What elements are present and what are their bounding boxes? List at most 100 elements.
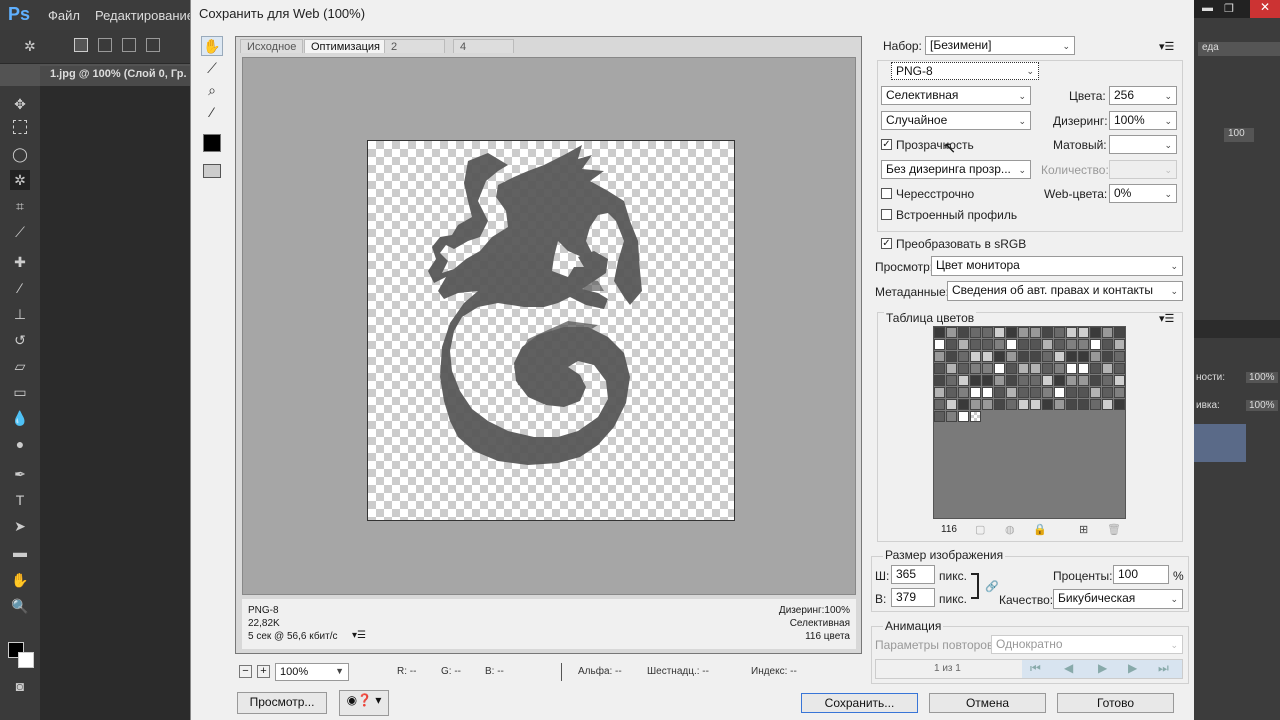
- color-swatch[interactable]: [1102, 387, 1113, 398]
- color-swatch[interactable]: [1054, 351, 1065, 362]
- color-swatch[interactable]: [994, 387, 1005, 398]
- color-swatch[interactable]: [1006, 399, 1017, 410]
- color-swatch[interactable]: [1066, 375, 1077, 386]
- blend-mode-select[interactable]: еда: [1198, 42, 1280, 56]
- color-swatch[interactable]: [1030, 351, 1041, 362]
- color-swatch[interactable]: [994, 327, 1005, 338]
- color-swatch[interactable]: [946, 351, 957, 362]
- optimize-menu-icon[interactable]: ▾☰: [1159, 40, 1174, 53]
- transparency-checkbox[interactable]: ✓: [881, 139, 892, 150]
- color-swatch[interactable]: [934, 411, 945, 422]
- color-swatch[interactable]: [958, 387, 969, 398]
- save-button[interactable]: Сохранить...: [801, 693, 918, 713]
- color-swatch[interactable]: [1042, 339, 1053, 350]
- matte-select[interactable]: ⌄: [1109, 135, 1177, 154]
- zoom-in-button[interactable]: +: [257, 665, 270, 678]
- color-swatch[interactable]: [970, 411, 981, 422]
- maximize-icon[interactable]: ❐: [1224, 2, 1234, 15]
- color-swatch[interactable]: [934, 375, 945, 386]
- color-swatch[interactable]: [1114, 339, 1125, 350]
- color-swatch[interactable]: [1030, 387, 1041, 398]
- first-frame-icon[interactable]: ⏮: [1030, 661, 1041, 676]
- subtract-selection-icon[interactable]: [122, 38, 136, 52]
- document-tab[interactable]: 1.jpg @ 100% (Слой 0, Гр.: [40, 66, 190, 86]
- color-swatch[interactable]: [1042, 363, 1053, 374]
- color-swatch[interactable]: [1066, 351, 1077, 362]
- lasso-tool-icon[interactable]: ◯: [10, 144, 30, 164]
- preview-button[interactable]: Просмотр...: [237, 692, 327, 714]
- color-swatch[interactable]: [1042, 387, 1053, 398]
- color-swatch[interactable]: [1006, 363, 1017, 374]
- color-swatch[interactable]: [1018, 363, 1029, 374]
- color-swatch[interactable]: [1006, 375, 1017, 386]
- color-swatch[interactable]: [958, 327, 969, 338]
- percent-input[interactable]: 100: [1113, 565, 1169, 584]
- color-swatch[interactable]: [1018, 339, 1029, 350]
- lock-color-icon[interactable]: 🔒: [1033, 523, 1047, 536]
- image-preview[interactable]: [367, 140, 735, 521]
- format-select[interactable]: PNG-8 ⌄: [891, 62, 1039, 80]
- marquee-tool-icon[interactable]: [13, 120, 27, 134]
- color-swatch[interactable]: [958, 363, 969, 374]
- color-swatch[interactable]: [958, 399, 969, 410]
- color-swatch[interactable]: [946, 411, 957, 422]
- zoom-out-button[interactable]: −: [239, 665, 252, 678]
- color-swatch[interactable]: [982, 327, 993, 338]
- color-swatch[interactable]: [1090, 399, 1101, 410]
- type-tool-icon[interactable]: T: [10, 490, 30, 510]
- color-table-menu-icon[interactable]: ▾☰: [1159, 312, 1174, 325]
- color-swatch[interactable]: [1030, 363, 1041, 374]
- browser-preview-button[interactable]: ◉❓ ▾: [339, 690, 389, 716]
- color-swatch[interactable]: [946, 399, 957, 410]
- dither-algorithm-select[interactable]: Случайное ⌄: [881, 111, 1031, 130]
- color-swatch[interactable]: [982, 375, 993, 386]
- color-swatch[interactable]: [1102, 327, 1113, 338]
- color-swatch[interactable]: [946, 327, 957, 338]
- layer-fill-field[interactable]: 100%: [1246, 400, 1278, 411]
- toggle-slices-icon[interactable]: [203, 164, 221, 178]
- color-swatch[interactable]: [970, 387, 981, 398]
- color-swatch[interactable]: [1114, 351, 1125, 362]
- eyedropper-color-swatch[interactable]: [203, 134, 221, 152]
- web-snap-select[interactable]: 0% ⌄: [1109, 184, 1177, 203]
- color-swatch[interactable]: [1018, 399, 1029, 410]
- cancel-button[interactable]: Отмена: [929, 693, 1046, 713]
- tab-original[interactable]: Исходное: [240, 39, 304, 53]
- map-transparency-icon[interactable]: ▢: [975, 523, 985, 536]
- transparency-dither-select[interactable]: Без дизеринга прозр... ⌄: [881, 160, 1031, 179]
- zoom-tool-icon[interactable]: 🔍: [10, 596, 30, 616]
- history-brush-icon[interactable]: ↺: [10, 330, 30, 350]
- ps-opacity-field[interactable]: 100: [1224, 128, 1254, 142]
- color-swatch[interactable]: [946, 363, 957, 374]
- width-input[interactable]: 365: [891, 565, 935, 584]
- path-select-icon[interactable]: ➤: [10, 516, 30, 536]
- stamp-tool-icon[interactable]: ⊥: [10, 304, 30, 324]
- trash-icon[interactable]: 🗑: [1107, 523, 1121, 536]
- color-swatch[interactable]: [958, 339, 969, 350]
- link-icon[interactable]: 🔗: [985, 580, 999, 593]
- quick-mask-icon[interactable]: ◙: [10, 676, 30, 696]
- color-swatch[interactable]: [1066, 363, 1077, 374]
- menu-file[interactable]: Файл: [48, 8, 80, 23]
- tab-2-up[interactable]: 2 варианта: [384, 39, 446, 67]
- background-color-swatch[interactable]: [18, 652, 34, 668]
- color-swatch[interactable]: [934, 363, 945, 374]
- minimize-icon[interactable]: ▬: [1202, 2, 1213, 14]
- color-swatch[interactable]: [1042, 327, 1053, 338]
- web-shift-icon[interactable]: ◍: [1005, 523, 1015, 536]
- color-swatch[interactable]: [994, 399, 1005, 410]
- intersect-selection-icon[interactable]: [146, 38, 160, 52]
- color-swatch[interactable]: [982, 351, 993, 362]
- color-swatch[interactable]: [946, 387, 957, 398]
- color-swatch[interactable]: [994, 339, 1005, 350]
- color-swatch[interactable]: [946, 339, 957, 350]
- color-swatch[interactable]: [1066, 327, 1077, 338]
- color-swatch[interactable]: [970, 399, 981, 410]
- color-swatch[interactable]: [994, 375, 1005, 386]
- layer-row[interactable]: [1194, 424, 1246, 462]
- color-swatch[interactable]: [1114, 327, 1125, 338]
- gradient-tool-icon[interactable]: ▭: [10, 382, 30, 402]
- color-swatch[interactable]: [1054, 399, 1065, 410]
- color-swatch[interactable]: [982, 387, 993, 398]
- preview-area[interactable]: [242, 57, 856, 595]
